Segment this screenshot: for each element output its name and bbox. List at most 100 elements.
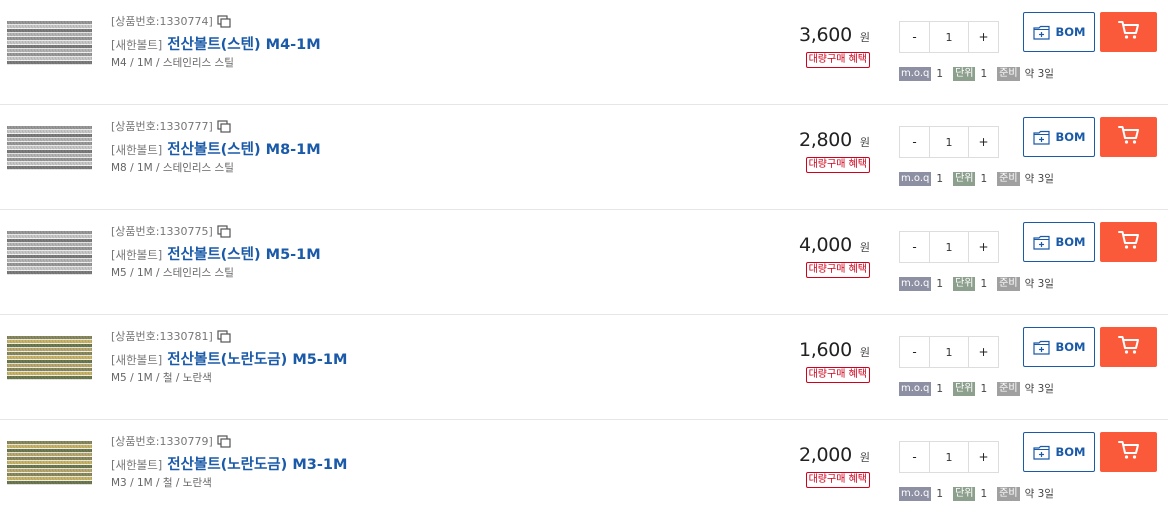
cart-icon: [1117, 230, 1140, 254]
quantity-input[interactable]: 1: [929, 337, 969, 367]
decrease-button[interactable]: -: [900, 442, 929, 472]
product-code-line: [상품번호:1330781]: [111, 328, 347, 344]
product-code: [상품번호:1330777]: [111, 120, 213, 133]
product-thumbnail[interactable]: [7, 332, 92, 382]
currency-label: 원: [859, 31, 870, 44]
folder-plus-icon: [1032, 130, 1050, 145]
bom-button[interactable]: BOM: [1023, 432, 1095, 472]
bom-label: BOM: [1055, 445, 1086, 459]
price-line: 3,600 원: [799, 24, 870, 46]
decrease-button[interactable]: -: [900, 22, 929, 52]
currency-label: 원: [859, 346, 870, 359]
copy-icon[interactable]: [217, 224, 231, 238]
add-to-cart-button[interactable]: [1100, 327, 1157, 367]
product-spec: M3 / 1M / 철 / 노란색: [111, 477, 212, 489]
product-code-line: [상품번호:1330775]: [111, 223, 321, 239]
copy-icon[interactable]: [217, 329, 231, 343]
moq-value: 1: [936, 67, 944, 80]
product-brand: [새한볼트]: [111, 143, 163, 157]
price-box: 3,600 원 대량구매 혜택: [799, 24, 870, 68]
product-name-link[interactable]: 전산볼트(스텐) M8-1M: [167, 138, 320, 159]
price-line: 2,800 원: [799, 129, 870, 151]
increase-button[interactable]: +: [969, 127, 998, 157]
quantity-input[interactable]: 1: [929, 442, 969, 472]
moq-tag: m.o.q: [899, 381, 932, 396]
add-to-cart-button[interactable]: [1100, 222, 1157, 262]
add-to-cart-button[interactable]: [1100, 117, 1157, 157]
increase-button[interactable]: +: [969, 337, 998, 367]
prep-value: 약 3일: [1024, 68, 1054, 80]
product-thumbnail[interactable]: [7, 227, 92, 277]
increase-button[interactable]: +: [969, 22, 998, 52]
add-to-cart-button[interactable]: [1100, 12, 1157, 52]
bom-button[interactable]: BOM: [1023, 222, 1095, 262]
prep-value: 약 3일: [1024, 383, 1054, 395]
moq-tag: m.o.q: [899, 66, 932, 81]
decrease-button[interactable]: -: [900, 232, 929, 262]
product-name-line: [새한볼트] 전산볼트(스텐) M8-1M: [111, 138, 321, 158]
product-info: [상품번호:1330774] [새한볼트] 전산볼트(스텐) M4-1M M4 …: [111, 13, 321, 70]
product-row: [상품번호:1330775] [새한볼트] 전산볼트(스텐) M5-1M M5 …: [0, 210, 1168, 315]
product-info: [상품번호:1330775] [새한볼트] 전산볼트(스텐) M5-1M M5 …: [111, 223, 321, 280]
bom-label: BOM: [1055, 235, 1086, 249]
quantity-input[interactable]: 1: [929, 127, 969, 157]
increase-button[interactable]: +: [969, 442, 998, 472]
currency-label: 원: [859, 241, 870, 254]
copy-icon[interactable]: [217, 14, 231, 28]
quantity-input[interactable]: 1: [929, 232, 969, 262]
bulk-discount-badge[interactable]: 대량구매 혜택: [805, 472, 870, 488]
quantity-input[interactable]: 1: [929, 22, 969, 52]
product-brand: [새한볼트]: [111, 458, 163, 472]
bom-label: BOM: [1055, 25, 1086, 39]
copy-icon[interactable]: [217, 119, 231, 133]
bom-button[interactable]: BOM: [1023, 327, 1095, 367]
unit-value: 1: [980, 277, 988, 290]
bulk-discount-badge[interactable]: 대량구매 혜택: [805, 157, 870, 173]
product-thumbnail[interactable]: [7, 122, 92, 172]
folder-plus-icon: [1032, 25, 1050, 40]
bulk-discount-badge[interactable]: 대량구매 혜택: [805, 52, 870, 68]
bulk-discount-badge[interactable]: 대량구매 혜택: [805, 262, 870, 278]
add-to-cart-button[interactable]: [1100, 432, 1157, 472]
product-spec: M5 / 1M / 스테인리스 스틸: [111, 267, 234, 279]
product-name-link[interactable]: 전산볼트(노란도금) M5-1M: [167, 348, 347, 369]
product-name-link[interactable]: 전산볼트(스텐) M5-1M: [167, 243, 320, 264]
prep-tag: 준비: [997, 171, 1020, 186]
folder-plus-icon: [1032, 445, 1050, 460]
product-price: 4,000: [798, 234, 852, 256]
product-row: [상품번호:1330781] [새한볼트] 전산볼트(노란도금) M5-1M M…: [0, 315, 1168, 420]
prep-tag: 준비: [997, 381, 1020, 396]
product-price: 3,600: [798, 24, 852, 46]
product-row: [상품번호:1330779] [새한볼트] 전산볼트(노란도금) M3-1M M…: [0, 420, 1168, 525]
copy-icon[interactable]: [217, 434, 231, 448]
unit-value: 1: [980, 172, 988, 185]
product-spec: M5 / 1M / 철 / 노란색: [111, 372, 212, 384]
cart-icon: [1117, 125, 1140, 149]
order-meta: m.o.q 1 단위 1 준비 약 3일: [899, 276, 1064, 291]
bulk-discount-badge[interactable]: 대량구매 혜택: [805, 367, 870, 383]
product-thumbnail[interactable]: [7, 437, 92, 487]
product-name-link[interactable]: 전산볼트(스텐) M4-1M: [167, 33, 320, 54]
unit-value: 1: [980, 67, 988, 80]
cart-icon: [1117, 440, 1140, 464]
product-code: [상품번호:1330775]: [111, 225, 213, 238]
product-thumbnail[interactable]: [7, 17, 92, 67]
prep-tag: 준비: [997, 276, 1020, 291]
price-box: 4,000 원 대량구매 혜택: [799, 234, 870, 278]
prep-value: 약 3일: [1024, 488, 1054, 500]
price-line: 4,000 원: [799, 234, 870, 256]
product-name-link[interactable]: 전산볼트(노란도금) M3-1M: [167, 453, 347, 474]
product-price: 2,000: [798, 444, 852, 466]
product-price: 2,800: [798, 129, 852, 151]
unit-tag: 단위: [953, 171, 976, 186]
decrease-button[interactable]: -: [900, 337, 929, 367]
unit-tag: 단위: [953, 66, 976, 81]
bom-button[interactable]: BOM: [1023, 117, 1095, 157]
prep-tag: 준비: [997, 486, 1020, 501]
decrease-button[interactable]: -: [900, 127, 929, 157]
increase-button[interactable]: +: [969, 232, 998, 262]
quantity-stepper: - 1 +: [899, 126, 999, 158]
bom-button[interactable]: BOM: [1023, 12, 1095, 52]
price-line: 2,000 원: [799, 444, 870, 466]
product-row: [상품번호:1330777] [새한볼트] 전산볼트(스텐) M8-1M M8 …: [0, 105, 1168, 210]
